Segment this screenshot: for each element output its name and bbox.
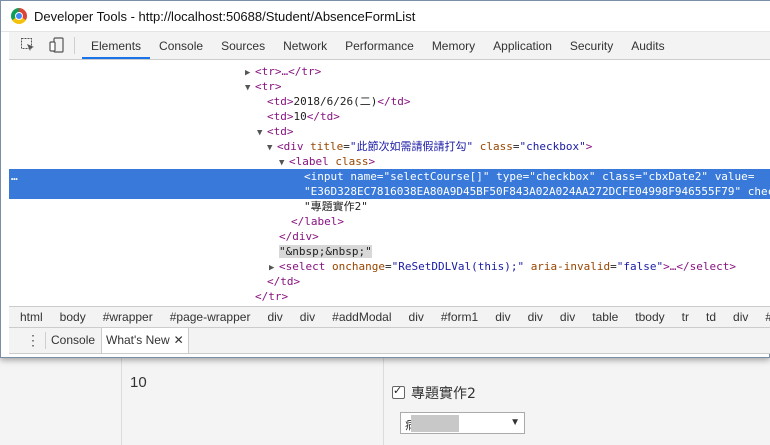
inspect-element-icon[interactable] xyxy=(21,38,35,52)
breadcrumb-item[interactable]: tr xyxy=(682,310,689,324)
kebab-menu-icon[interactable]: ⋮ xyxy=(26,332,40,348)
breadcrumb-item[interactable]: #tableCo xyxy=(765,310,770,324)
dom-node-row[interactable]: </tr> xyxy=(9,289,770,304)
window-title: Developer Tools - http://localhost:50688… xyxy=(34,9,416,24)
period-number: 10 xyxy=(130,374,147,391)
dom-node-row[interactable]: ▶ <select onchange="ReSetDDLVal(this);" a… xyxy=(9,259,770,274)
course-checkbox-label: 專題實作2 xyxy=(411,386,476,402)
breadcrumb-item[interactable]: #wrapper xyxy=(103,310,153,324)
close-icon[interactable]: ✕ xyxy=(174,333,184,347)
breadcrumb-item[interactable]: div xyxy=(560,310,575,324)
breadcrumb-item[interactable]: table xyxy=(592,310,618,324)
dom-node-row[interactable]: </div> xyxy=(9,229,770,244)
drawer-tab-console[interactable]: Console xyxy=(51,328,95,353)
breadcrumb: html body #wrapper #page-wrapper div div #addM… xyxy=(9,306,770,328)
tab-memory[interactable]: Memory xyxy=(423,32,484,59)
dom-node-row[interactable]: </label> xyxy=(9,214,770,229)
title-bar: Developer Tools - http://localhost:50688… xyxy=(1,1,770,32)
tab-application[interactable]: Application xyxy=(484,32,561,59)
table-divider xyxy=(383,355,384,445)
panel-tabs: Elements Console Sources Network Perform… xyxy=(82,32,674,59)
breadcrumb-item[interactable]: #page-wrapper xyxy=(170,310,251,324)
drawer-tab-label: What's New xyxy=(106,333,170,347)
redacted-area xyxy=(411,415,459,432)
drawer-tab-whats-new[interactable]: What's New ✕ xyxy=(101,328,189,353)
breadcrumb-item[interactable]: td xyxy=(706,310,716,324)
dom-node-row[interactable]: <td>10</td> xyxy=(9,109,770,124)
breadcrumb-item[interactable]: #addModal xyxy=(332,310,391,324)
dom-node-row[interactable]: ▶ <tr>…</tr> xyxy=(9,64,770,79)
toolbar-separator xyxy=(74,37,75,54)
chrome-logo-icon xyxy=(11,8,27,24)
tab-performance[interactable]: Performance xyxy=(336,32,423,59)
more-options-icon[interactable]: … xyxy=(11,169,19,184)
device-toolbar-icon[interactable] xyxy=(49,37,65,53)
course-checkbox[interactable] xyxy=(392,384,405,399)
tab-audits[interactable]: Audits xyxy=(622,32,673,59)
devtools-toolbar: Elements Console Sources Network Perform… xyxy=(9,32,770,60)
dom-node-row[interactable]: ▼ <label class> xyxy=(9,154,770,169)
drawer-separator xyxy=(45,332,46,349)
breadcrumb-item[interactable]: body xyxy=(60,310,86,324)
tab-console[interactable]: Console xyxy=(150,32,212,59)
breadcrumb-item[interactable]: #form1 xyxy=(441,310,478,324)
dom-node-row[interactable]: "&nbsp;&nbsp;" xyxy=(9,244,770,259)
breadcrumb-item[interactable]: div xyxy=(528,310,543,324)
breadcrumb-item[interactable]: tbody xyxy=(635,310,664,324)
tab-elements[interactable]: Elements xyxy=(82,32,151,59)
elements-tree: ▶ <tr>…</tr> ▼ <tr> <td>2018/6/26(二)</td> … xyxy=(9,60,770,306)
selected-dom-node-row[interactable]: "E36D328EC7816038EA80A9D45BF50F843A02A02… xyxy=(9,184,770,199)
dom-node-row[interactable]: <td>2018/6/26(二)</td> xyxy=(9,94,770,109)
chevron-down-icon: ▼ xyxy=(510,417,520,428)
tab-security[interactable]: Security xyxy=(561,32,622,59)
tab-sources[interactable]: Sources xyxy=(212,32,274,59)
dom-node-row[interactable]: "專題實作2" xyxy=(9,199,770,214)
dom-node-row[interactable]: ▼ <tr> xyxy=(9,79,770,94)
breadcrumb-item[interactable]: div xyxy=(409,310,424,324)
selected-dom-node-row[interactable]: … <input name="selectCourse[]" type="chec… xyxy=(9,169,770,184)
dom-node-row[interactable]: ▼ <td> xyxy=(9,124,770,139)
tab-network[interactable]: Network xyxy=(274,32,336,59)
breadcrumb-item[interactable]: div xyxy=(300,310,315,324)
leave-type-select[interactable]: 病 ▼ xyxy=(400,412,525,434)
devtools-window: Developer Tools - http://localhost:50688… xyxy=(0,0,770,358)
breadcrumb-item[interactable]: div xyxy=(733,310,748,324)
drawer-tabbar: ⋮ Console What's New ✕ xyxy=(9,328,770,354)
breadcrumb-item[interactable]: div xyxy=(267,310,282,324)
breadcrumb-item[interactable]: div xyxy=(495,310,510,324)
breadcrumb-item[interactable]: html xyxy=(20,310,43,324)
breadcrumb-list: html body #wrapper #page-wrapper div div #addM… xyxy=(9,307,770,327)
table-divider xyxy=(121,355,122,445)
dom-node-row[interactable]: </td> xyxy=(9,274,770,289)
dom-node-row[interactable]: ▼ <div title="此節次如需請假請打勾" class="checkbox… xyxy=(9,139,770,154)
